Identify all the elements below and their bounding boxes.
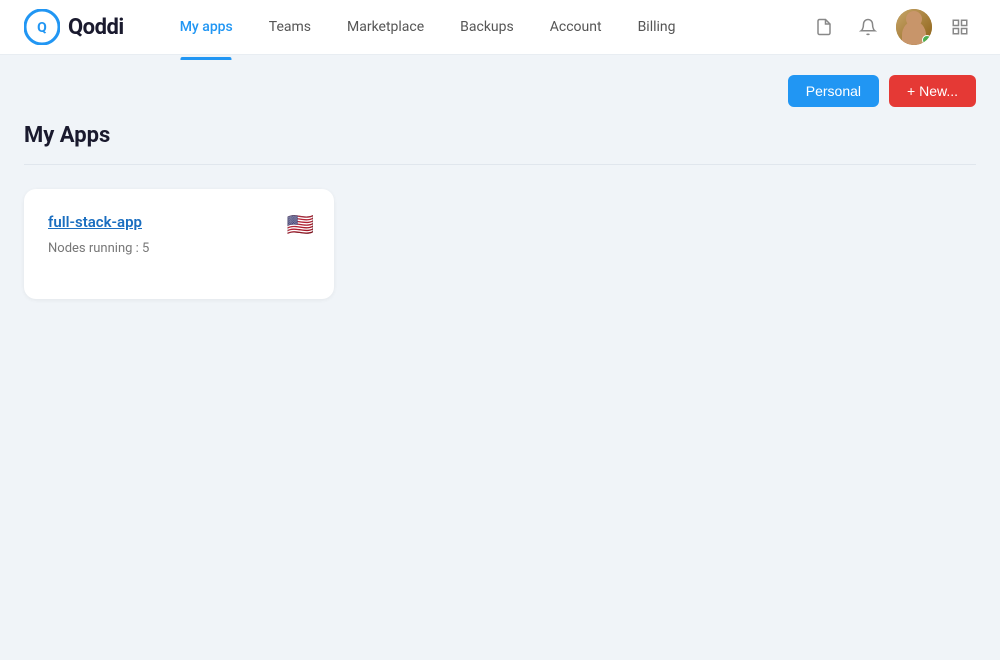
apps-grid: full-stack-app Nodes running : 5 🇺🇸 <box>24 189 976 299</box>
page-title: My Apps <box>24 123 976 148</box>
nav-item-billing[interactable]: Billing <box>622 11 692 43</box>
app-flag: 🇺🇸 <box>287 213 314 238</box>
divider <box>24 164 976 165</box>
app-nodes: Nodes running : 5 <box>48 241 310 256</box>
nav-item-backups[interactable]: Backups <box>444 11 530 43</box>
notification-icon-btn[interactable] <box>852 11 884 43</box>
nav-item-account[interactable]: Account <box>534 11 618 43</box>
logo-icon: Q <box>24 9 60 45</box>
avatar-online-badge <box>922 35 932 45</box>
nav-item-teams[interactable]: Teams <box>253 11 327 43</box>
main-content: Personal + New... My Apps full-stack-app… <box>0 55 1000 319</box>
notification-icon <box>859 18 877 36</box>
top-bar: Personal + New... <box>24 75 976 107</box>
main-nav: My apps Teams Marketplace Backups Accoun… <box>164 11 808 43</box>
app-card[interactable]: full-stack-app Nodes running : 5 🇺🇸 <box>24 189 334 299</box>
svg-text:Q: Q <box>37 20 47 36</box>
user-avatar[interactable] <box>896 9 932 45</box>
apps-grid-icon <box>951 18 969 36</box>
header: Q Qoddi My apps Teams Marketplace Backup… <box>0 0 1000 55</box>
document-icon <box>815 18 833 36</box>
document-icon-btn[interactable] <box>808 11 840 43</box>
new-button[interactable]: + New... <box>889 75 976 107</box>
personal-button[interactable]: Personal <box>788 75 879 107</box>
apps-grid-icon-btn[interactable] <box>944 11 976 43</box>
header-right <box>808 9 976 45</box>
nav-item-my-apps[interactable]: My apps <box>164 11 249 43</box>
app-name[interactable]: full-stack-app <box>48 213 310 231</box>
logo-area[interactable]: Q Qoddi <box>24 9 124 45</box>
logo-text: Qoddi <box>68 15 124 40</box>
nav-item-marketplace[interactable]: Marketplace <box>331 11 440 43</box>
